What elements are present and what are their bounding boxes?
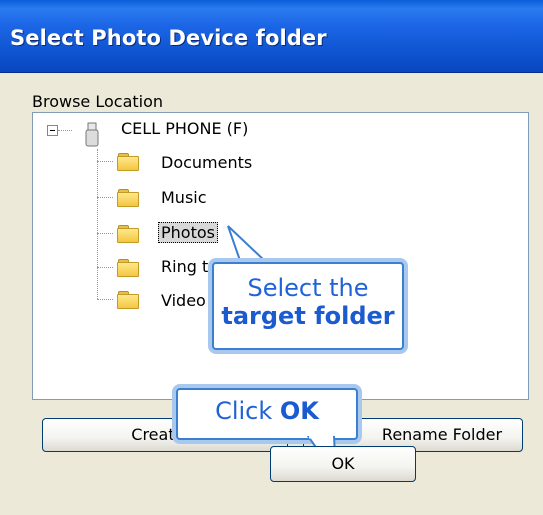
collapse-toggle[interactable] [47, 125, 58, 136]
folder-tree[interactable]: CELL PHONE (F) Documents Music Photos Ri… [32, 112, 529, 400]
ok-button[interactable]: OK [270, 446, 416, 482]
tree-item-documents[interactable]: Documents [161, 153, 252, 172]
tree-root-label[interactable]: CELL PHONE (F) [121, 119, 248, 145]
tree-item-video[interactable]: Video [161, 291, 206, 310]
ok-label: OK [331, 454, 355, 473]
tree-connector [58, 130, 72, 131]
window-title: Select Photo Device folder [10, 26, 327, 50]
tree-connector [97, 299, 113, 300]
usb-device-icon [85, 122, 99, 147]
folder-icon [117, 291, 139, 309]
callout-line-2: target folder [221, 302, 395, 330]
folder-icon [117, 153, 139, 171]
folder-icon [117, 225, 139, 243]
select-target-callout: Select the target folder [212, 262, 404, 350]
title-bar: Select Photo Device folder [0, 0, 543, 73]
tree-connector [97, 161, 113, 162]
folder-icon [117, 259, 139, 277]
callout-click-ok: Click OK [215, 397, 319, 425]
tree-item-music[interactable]: Music [161, 188, 207, 207]
tree-connector [97, 149, 98, 299]
tree-connector [97, 197, 113, 198]
browse-location-label: Browse Location [32, 92, 164, 111]
tree-connector [97, 267, 113, 268]
tree-item-photos-selected[interactable]: Photos [158, 222, 218, 243]
click-ok-callout: Click OK [176, 388, 358, 440]
tree-item-ringtones[interactable]: Ring t [161, 257, 208, 276]
tree-connector [97, 233, 113, 234]
callout-line-1: Select the [247, 274, 369, 302]
folder-icon [117, 189, 139, 207]
